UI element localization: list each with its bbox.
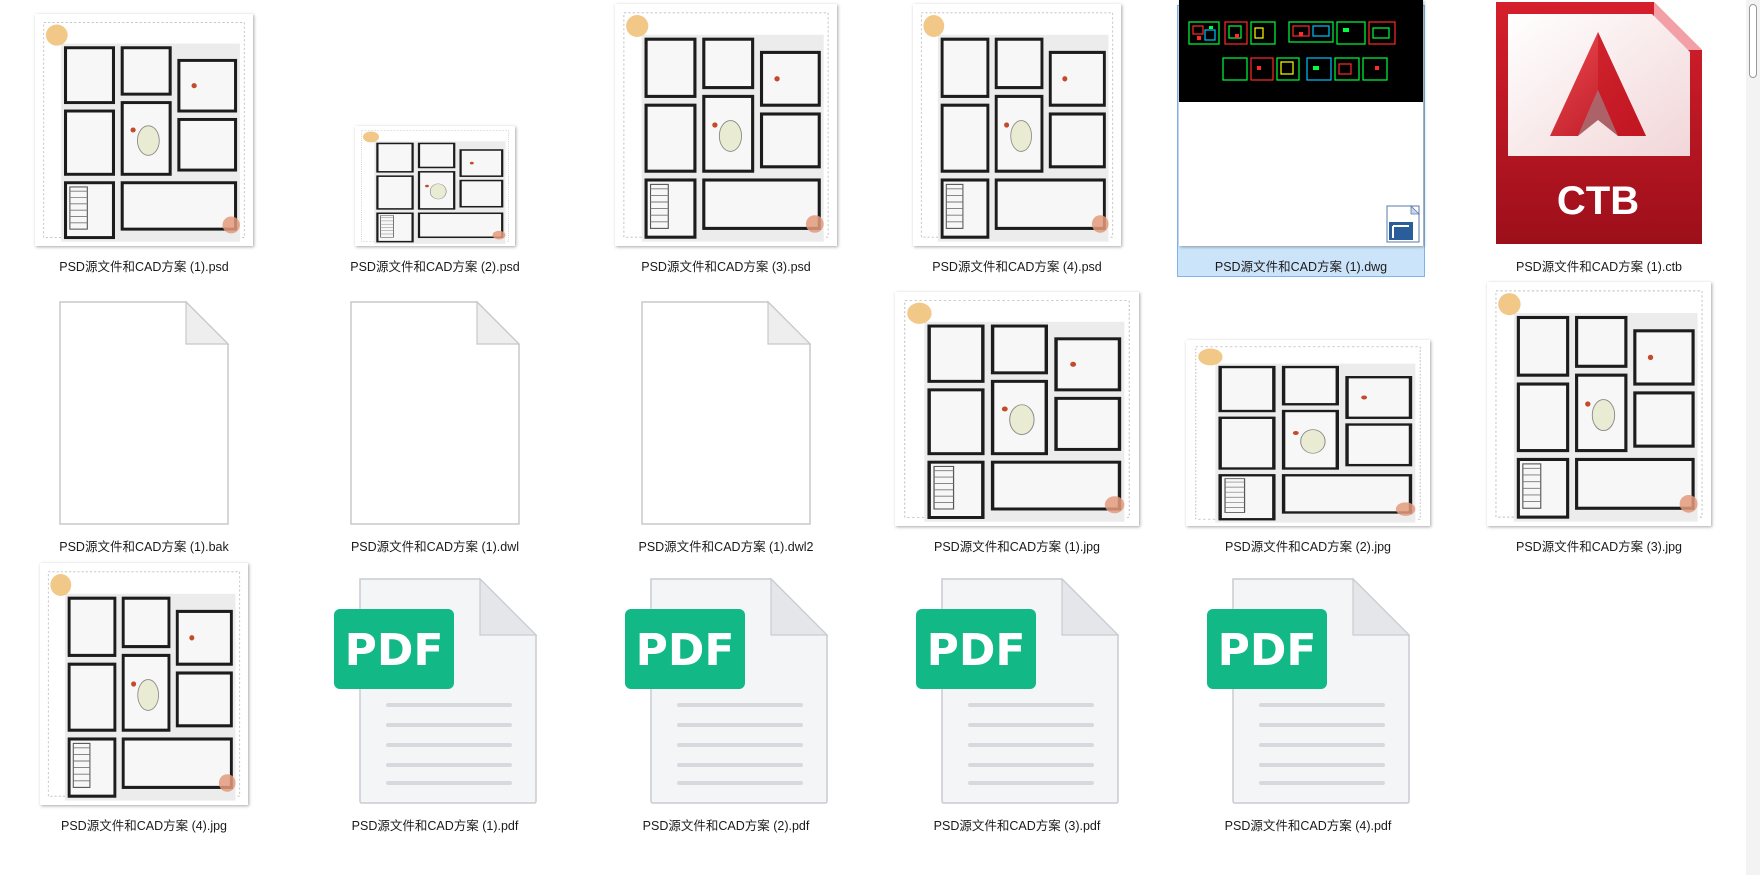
file-item[interactable]: PSD源文件和CAD方案 (1).dwl bbox=[311, 285, 559, 557]
pdf-document-icon: PDF bbox=[625, 577, 829, 804]
cad-file-badge-icon bbox=[1386, 205, 1420, 243]
file-name-label: PSD源文件和CAD方案 (1).psd bbox=[59, 260, 229, 274]
svg-text:PDF: PDF bbox=[1218, 625, 1317, 676]
floorplan-graphic bbox=[895, 292, 1139, 526]
file-item[interactable]: PSD源文件和CAD方案 (1).bak bbox=[20, 285, 268, 557]
floorplan-thumbnail-icon bbox=[355, 126, 515, 246]
file-explorer-pane: PSD源文件和CAD方案 (1).psd PSD源文件和CAD方案 (2).ps… bbox=[0, 0, 1760, 875]
pdf-document-icon: PDF bbox=[334, 577, 538, 804]
file-item[interactable]: PSD源文件和CAD方案 (2).jpg bbox=[1184, 285, 1432, 557]
blank-document-icon bbox=[641, 300, 812, 525]
file-item[interactable]: PSD源文件和CAD方案 (1).jpg bbox=[893, 285, 1141, 557]
file-item[interactable]: PSD源文件和CAD方案 (1).dwl2 bbox=[602, 285, 850, 557]
floorplan-graphic bbox=[355, 126, 515, 246]
floorplan-thumbnail-icon bbox=[913, 4, 1121, 246]
file-item[interactable]: PSD源文件和CAD方案 (4).psd bbox=[893, 4, 1141, 277]
floorplan-thumbnail-icon bbox=[895, 292, 1139, 526]
file-name-label: PSD源文件和CAD方案 (1).jpg bbox=[934, 540, 1100, 554]
file-name-label: PSD源文件和CAD方案 (1).pdf bbox=[351, 819, 519, 833]
file-name-label: PSD源文件和CAD方案 (1).dwl bbox=[350, 540, 520, 554]
floorplan-graphic bbox=[913, 4, 1121, 246]
file-name-label: PSD源文件和CAD方案 (1).ctb bbox=[1516, 260, 1682, 274]
file-item[interactable]: PSD源文件和CAD方案 (1).dwg bbox=[1177, 0, 1425, 277]
file-item[interactable]: PDF PSD源文件和CAD方案 (4).pdf bbox=[1184, 564, 1432, 836]
file-item[interactable]: PDF PSD源文件和CAD方案 (3).pdf bbox=[893, 564, 1141, 836]
autocad-ctb-icon: CTB bbox=[1496, 2, 1702, 244]
pdf-document-icon: PDF bbox=[1207, 577, 1411, 804]
ctb-badge-text: CTB bbox=[1557, 179, 1639, 223]
file-name-label: PSD源文件和CAD方案 (2).jpg bbox=[1225, 540, 1391, 554]
file-name-label: PSD源文件和CAD方案 (3).pdf bbox=[933, 819, 1101, 833]
file-name-label: PSD源文件和CAD方案 (4).pdf bbox=[1224, 819, 1392, 833]
floorplan-graphic bbox=[1186, 340, 1430, 526]
floorplan-graphic bbox=[40, 563, 248, 805]
file-name-label: PSD源文件和CAD方案 (1).dwl2 bbox=[638, 540, 814, 554]
file-item[interactable]: PSD源文件和CAD方案 (2).psd bbox=[311, 5, 559, 277]
file-item[interactable]: PSD源文件和CAD方案 (3).jpg bbox=[1475, 282, 1723, 557]
svg-text:PDF: PDF bbox=[636, 625, 735, 676]
file-name-label: PSD源文件和CAD方案 (1).dwg bbox=[1214, 260, 1388, 274]
file-item[interactable]: PSD源文件和CAD方案 (1).psd bbox=[20, 5, 268, 277]
blank-document-icon bbox=[350, 300, 521, 525]
svg-text:PDF: PDF bbox=[345, 625, 444, 676]
file-item[interactable]: PDF PSD源文件和CAD方案 (1).pdf bbox=[311, 564, 559, 836]
file-item[interactable]: PSD源文件和CAD方案 (4).jpg bbox=[20, 563, 268, 836]
floorplan-graphic bbox=[1487, 282, 1711, 526]
file-name-label: PSD源文件和CAD方案 (2).pdf bbox=[642, 819, 810, 833]
file-name-label: PSD源文件和CAD方案 (3).psd bbox=[641, 260, 811, 274]
file-name-label: PSD源文件和CAD方案 (4).jpg bbox=[61, 819, 227, 833]
dwg-thumbnail-icon bbox=[1179, 0, 1423, 246]
vertical-scrollbar[interactable] bbox=[1746, 0, 1760, 875]
file-item[interactable]: PDF PSD源文件和CAD方案 (2).pdf bbox=[602, 564, 850, 836]
scrollbar-thumb[interactable] bbox=[1749, 4, 1757, 78]
floorplan-thumbnail-icon bbox=[615, 4, 837, 246]
floorplan-graphic bbox=[615, 4, 837, 246]
file-name-label: PSD源文件和CAD方案 (3).jpg bbox=[1516, 540, 1682, 554]
cad-preview-graphic bbox=[1179, 0, 1423, 243]
svg-text:PDF: PDF bbox=[927, 625, 1026, 676]
pdf-document-icon: PDF bbox=[916, 577, 1120, 804]
floorplan-thumbnail-icon bbox=[1487, 282, 1711, 526]
file-name-label: PSD源文件和CAD方案 (1).bak bbox=[59, 540, 229, 554]
file-item[interactable]: CTB PSD源文件和CAD方案 (1).ctb bbox=[1475, 2, 1723, 277]
floorplan-thumbnail-icon bbox=[1186, 340, 1430, 526]
floorplan-thumbnail-icon bbox=[40, 563, 248, 805]
file-name-label: PSD源文件和CAD方案 (2).psd bbox=[350, 260, 520, 274]
floorplan-thumbnail-icon bbox=[35, 14, 253, 246]
floorplan-graphic bbox=[35, 14, 253, 246]
file-item[interactable]: PSD源文件和CAD方案 (3).psd bbox=[602, 4, 850, 277]
file-name-label: PSD源文件和CAD方案 (4).psd bbox=[932, 260, 1102, 274]
blank-document-icon bbox=[59, 300, 230, 525]
